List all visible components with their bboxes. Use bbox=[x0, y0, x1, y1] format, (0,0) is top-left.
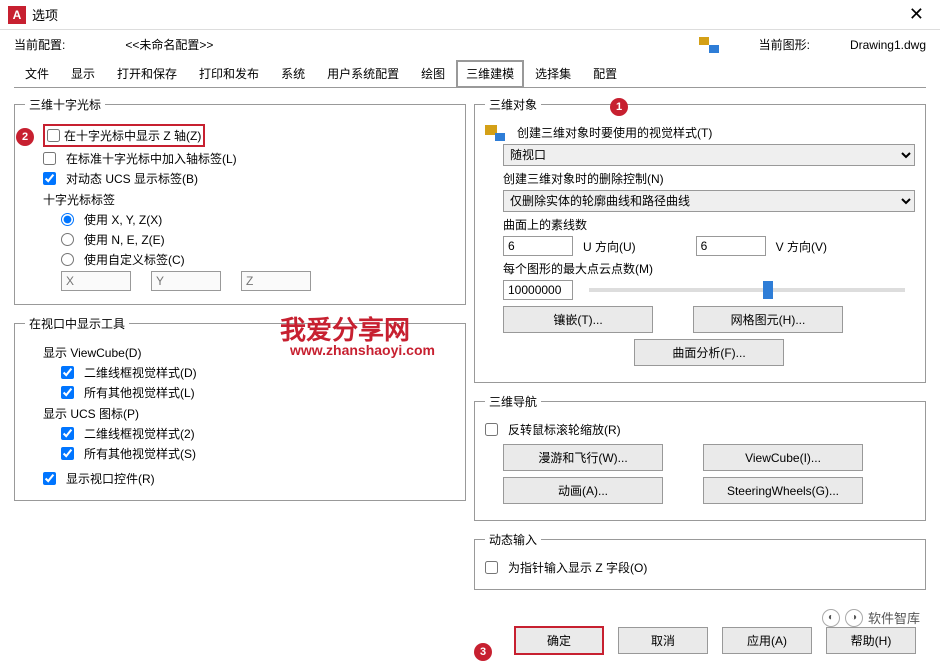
tab-system[interactable]: 系统 bbox=[270, 59, 316, 87]
drawing-label: 当前图形: bbox=[759, 36, 810, 53]
cb-show-z-axis-label: 在十字光标中显示 Z 轴(Z) bbox=[64, 127, 201, 144]
input-v-direction[interactable] bbox=[696, 236, 766, 256]
btn-tessellation[interactable]: 镶嵌(T)... bbox=[503, 306, 653, 333]
cancel-button[interactable]: 取消 bbox=[618, 627, 708, 654]
profile-value: <<未命名配置>> bbox=[125, 36, 213, 53]
cb-show-z-field-label: 为指针输入显示 Z 字段(O) bbox=[508, 559, 647, 576]
input-label-z[interactable] bbox=[241, 271, 311, 291]
select-delete-control[interactable]: 仅删除实体的轮廓曲线和路径曲线 bbox=[503, 190, 915, 212]
cb-ucs-other-label: 所有其他视觉样式(S) bbox=[84, 445, 196, 462]
visual-style-icon bbox=[485, 125, 505, 141]
group-3d-crosshair: 三维十字光标 在十字光标中显示 Z 轴(Z) 在标准十字光标中加入轴标签(L) … bbox=[14, 96, 466, 305]
ok-button[interactable]: 确定 bbox=[514, 626, 604, 655]
cb-vc-2dwire-label: 二维线框视觉样式(D) bbox=[84, 364, 197, 381]
tab-print[interactable]: 打印和发布 bbox=[188, 59, 270, 87]
input-label-y[interactable] bbox=[151, 271, 221, 291]
cb-dynamic-ucs-labels-label: 对动态 UCS 显示标签(B) bbox=[66, 170, 198, 187]
cb-axis-labels-std[interactable] bbox=[43, 152, 56, 165]
btn-animation[interactable]: 动画(A)... bbox=[503, 477, 663, 504]
cb-vc-2dwire[interactable] bbox=[61, 366, 74, 379]
btn-walk-fly[interactable]: 漫游和飞行(W)... bbox=[503, 444, 663, 471]
radio-nez-label: 使用 N, E, Z(E) bbox=[84, 231, 165, 248]
point-cloud-slider[interactable] bbox=[589, 288, 905, 292]
input-u-direction[interactable] bbox=[503, 236, 573, 256]
group-3d-navigation: 三维导航 反转鼠标滚轮缩放(R) 漫游和飞行(W)... ViewCube(I)… bbox=[474, 393, 926, 521]
tab-drafting[interactable]: 绘图 bbox=[410, 59, 456, 87]
drawing-value: Drawing1.dwg bbox=[850, 38, 926, 52]
legend-3d-navigation: 三维导航 bbox=[485, 393, 541, 410]
ucs-icon-heading: 显示 UCS 图标(P) bbox=[43, 405, 455, 422]
radio-xyz[interactable] bbox=[61, 213, 74, 226]
crosshair-labels-heading: 十字光标标签 bbox=[43, 191, 455, 208]
select-visual-style[interactable]: 随视口 bbox=[503, 144, 915, 166]
group-3d-objects: 三维对象 创建三维对象时要使用的视觉样式(T) 随视口 创建三维对象时的删除控制… bbox=[474, 96, 926, 383]
annotation-badge-1: 1 bbox=[610, 98, 628, 116]
cb-ucs-other[interactable] bbox=[61, 447, 74, 460]
cb-reverse-wheel-zoom-label: 反转鼠标滚轮缩放(R) bbox=[508, 421, 621, 438]
help-button[interactable]: 帮助(H) bbox=[826, 627, 916, 654]
cb-vc-other[interactable] bbox=[61, 386, 74, 399]
wechat-icon-2: ◑ bbox=[845, 609, 863, 627]
input-point-cloud-max[interactable] bbox=[503, 280, 573, 300]
input-label-x[interactable] bbox=[61, 271, 131, 291]
annotation-badge-3: 3 bbox=[474, 643, 492, 661]
btn-mesh-primitives[interactable]: 网格图元(H)... bbox=[693, 306, 843, 333]
point-cloud-label: 每个图形的最大点云点数(M) bbox=[503, 260, 915, 277]
close-icon[interactable]: ✕ bbox=[901, 4, 932, 25]
cb-show-z-field[interactable] bbox=[485, 561, 498, 574]
tab-bar: 文件 显示 打开和保存 打印和发布 系统 用户系统配置 绘图 三维建模 选择集 … bbox=[14, 59, 926, 88]
btn-viewcube[interactable]: ViewCube(I)... bbox=[703, 444, 863, 471]
slider-thumb[interactable] bbox=[763, 281, 773, 299]
radio-custom[interactable] bbox=[61, 253, 74, 266]
app-icon: A bbox=[8, 6, 26, 24]
watermark-url: www.zhanshaoyi.com bbox=[290, 342, 435, 358]
del-control-label: 创建三维对象时的删除控制(N) bbox=[503, 170, 915, 187]
tab-selection[interactable]: 选择集 bbox=[524, 59, 582, 87]
tab-user-prefs[interactable]: 用户系统配置 bbox=[316, 59, 410, 87]
cb-ucs-2dwire[interactable] bbox=[61, 427, 74, 440]
cb-viewport-controls-label: 显示视口控件(R) bbox=[66, 470, 155, 487]
legend-3d-objects: 三维对象 bbox=[485, 96, 541, 113]
tab-display[interactable]: 显示 bbox=[60, 59, 106, 87]
vs-label: 创建三维对象时要使用的视觉样式(T) bbox=[517, 124, 712, 141]
legend-dynamic-input: 动态输入 bbox=[485, 531, 541, 548]
tab-3d-modeling[interactable]: 三维建模 bbox=[456, 60, 524, 88]
apply-button[interactable]: 应用(A) bbox=[722, 627, 812, 654]
btn-steering-wheels[interactable]: SteeringWheels(G)... bbox=[703, 477, 863, 504]
wechat-icon: ◐ bbox=[822, 609, 840, 627]
btn-surface-analysis[interactable]: 曲面分析(F)... bbox=[634, 339, 784, 366]
tab-open-save[interactable]: 打开和保存 bbox=[106, 59, 188, 87]
cb-reverse-wheel-zoom[interactable] bbox=[485, 423, 498, 436]
annotation-badge-2: 2 bbox=[16, 128, 34, 146]
cb-dynamic-ucs-labels[interactable] bbox=[43, 172, 56, 185]
group-dynamic-input: 动态输入 为指针输入显示 Z 字段(O) bbox=[474, 531, 926, 590]
cb-ucs-2dwire-label: 二维线框视觉样式(2) bbox=[84, 425, 195, 442]
drawing-icon bbox=[699, 37, 719, 53]
cb-axis-labels-std-label: 在标准十字光标中加入轴标签(L) bbox=[66, 150, 237, 167]
radio-xyz-label: 使用 X, Y, Z(X) bbox=[84, 211, 162, 228]
profile-label: 当前配置: bbox=[14, 36, 65, 53]
legend-viewport-tools: 在视口中显示工具 bbox=[25, 315, 129, 332]
radio-custom-label: 使用自定义标签(C) bbox=[84, 251, 185, 268]
window-title: 选项 bbox=[32, 5, 58, 24]
tab-file[interactable]: 文件 bbox=[14, 59, 60, 87]
cb-vc-other-label: 所有其他视觉样式(L) bbox=[84, 384, 195, 401]
brand-watermark: ◐ ◑ 软件智库 bbox=[822, 608, 920, 627]
cb-show-z-axis[interactable] bbox=[47, 129, 60, 142]
isolines-label: 曲面上的素线数 bbox=[503, 216, 915, 233]
cb-viewport-controls[interactable] bbox=[43, 472, 56, 485]
tab-profiles[interactable]: 配置 bbox=[582, 59, 628, 87]
u-direction-label: U 方向(U) bbox=[583, 238, 636, 255]
legend-3d-crosshair: 三维十字光标 bbox=[25, 96, 105, 113]
radio-nez[interactable] bbox=[61, 233, 74, 246]
v-direction-label: V 方向(V) bbox=[776, 238, 827, 255]
